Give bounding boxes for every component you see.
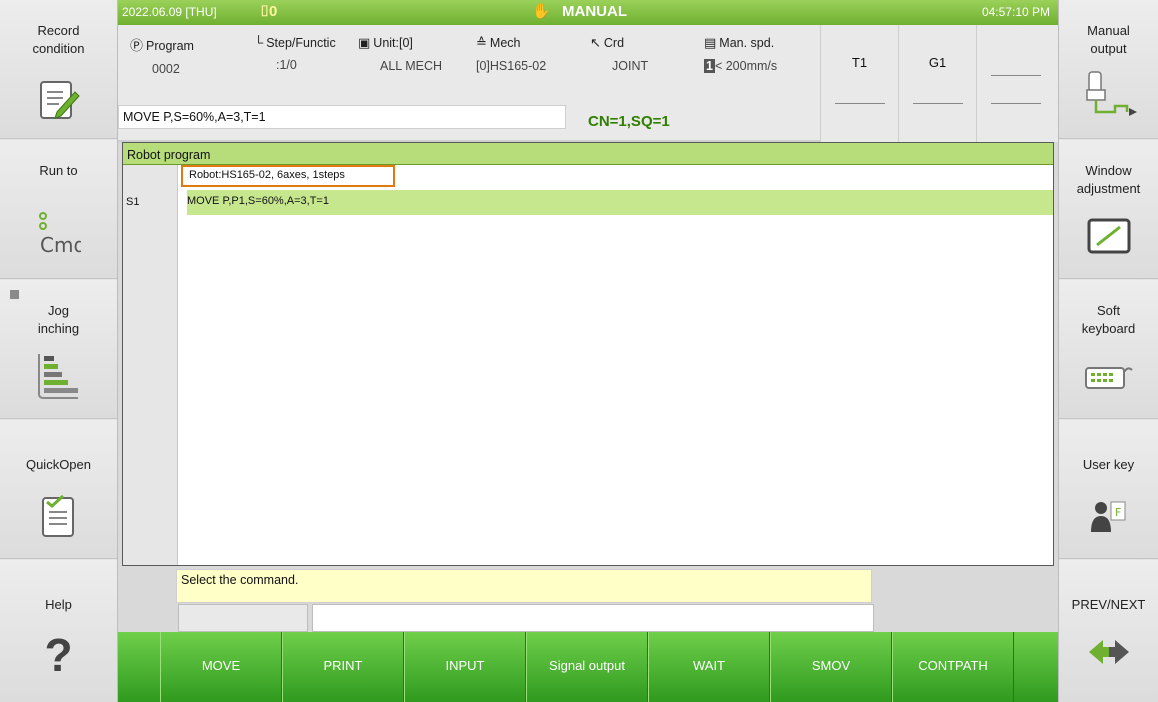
fkey-smov[interactable]: SMOV (770, 632, 892, 702)
cn-sq-text: CN=1,SQ=1 (588, 113, 670, 130)
window-adjustment-label: Window adjustment (1076, 163, 1141, 196)
unit-value: ALL MECH (380, 59, 443, 73)
question-mark-icon: ? (44, 629, 73, 681)
mech-label: Mech (489, 36, 521, 50)
message-text: Select the command. (176, 569, 872, 603)
step-gutter (123, 165, 178, 565)
unit-info[interactable]: ▣ Unit:[0] ALL MECH (358, 35, 442, 73)
program-step-row[interactable]: MOVE P,P1,S=60%,A=3,T=1 (187, 190, 1053, 215)
speed-icon: ▤ (704, 35, 717, 50)
user-key-icon: F (1089, 494, 1129, 539)
clock-text: 04:57:10 PM (981, 5, 1050, 19)
coordinate-icon: ↖ (590, 35, 601, 50)
svg-text:Cmd: Cmd (40, 233, 81, 257)
fkey-move[interactable]: MOVE (160, 632, 282, 702)
step-label: Step/Functic (266, 36, 336, 50)
speed-info[interactable]: ▤ Man. spd. 1 < 200mm/s (704, 35, 777, 73)
top-status-bar: 2022.06.09 [THU] ⌷0 ✋ MANUAL 04:57:10 PM (118, 0, 1058, 25)
speed-label: Man. spd. (719, 36, 775, 50)
status-info-panel: Ⓟ Program 0002 └ Step/Functic :1/0 ▣ Unit:[… (118, 25, 820, 142)
window-resize-icon (1087, 218, 1131, 259)
current-command-field: MOVE P,S=60%,A=3,T=1 (118, 105, 566, 129)
help-button[interactable]: Help ? (0, 560, 117, 702)
function-key-bar: MOVE PRINT INPUT Signal output WAIT SMOV… (118, 632, 1058, 702)
prev-next-label: PREV/NEXT (1071, 597, 1146, 612)
program-label: Program (146, 39, 194, 53)
hand-output-icon (1079, 70, 1139, 125)
fkey-contpath[interactable]: CONTPATH (892, 632, 1014, 702)
step-icon: └ (254, 35, 264, 50)
program-value: 0002 (152, 62, 180, 76)
help-label: Help (45, 597, 72, 612)
hand-icon: ✋ (532, 3, 551, 20)
mech-value: [0]HS165-02 (476, 59, 547, 73)
jog-indicator-square (10, 290, 19, 299)
prev-next-button[interactable]: PREV/NEXT (1059, 560, 1158, 702)
edit-document-icon (37, 78, 81, 127)
empty-column[interactable] (977, 25, 1055, 142)
g1-label: G1 (928, 55, 947, 70)
manual-output-label: Manual output (1087, 23, 1130, 56)
robot-info-line[interactable]: Robot:HS165-02, 6axes, 1steps (181, 165, 395, 187)
fkey-input[interactable]: INPUT (404, 632, 526, 702)
soft-keyboard-label: Soft keyboard (1081, 303, 1136, 336)
jog-inching-button[interactable]: Jog inching (0, 280, 117, 419)
left-sidebar: Record condition Run to Cmd Jog inching (0, 0, 118, 702)
unit-label: Unit:[0] (373, 36, 413, 50)
quickopen-button[interactable]: QuickOpen (0, 420, 117, 559)
program-panel-title: Robot program (123, 143, 1053, 165)
tool-number-value: 0 (269, 3, 278, 20)
empty-line-top (991, 75, 1041, 76)
t1-column[interactable]: T1 (821, 25, 899, 142)
g1-divider (912, 103, 963, 104)
speed-level-badge: 1 (704, 59, 715, 73)
user-key-button[interactable]: User key F (1059, 420, 1158, 559)
mech-icon: ≙ (476, 35, 487, 50)
program-info[interactable]: Ⓟ Program 0002 (130, 35, 194, 76)
right-sidebar: Manual output Window adjustment Soft key… (1058, 0, 1158, 702)
t1-label: T1 (851, 55, 868, 70)
input-field-left[interactable] (178, 604, 308, 632)
tool-number: ⌷0 (260, 3, 277, 20)
g1-column[interactable]: G1 (899, 25, 977, 142)
quickopen-label: QuickOpen (25, 457, 92, 472)
empty-divider (991, 103, 1041, 104)
run-to-label: Run to (39, 163, 78, 178)
soft-keyboard-button[interactable]: Soft keyboard (1059, 280, 1158, 419)
user-key-label: User key (1082, 457, 1135, 472)
record-condition-button[interactable]: Record condition (0, 0, 117, 139)
input-field-main[interactable] (312, 604, 874, 632)
datetime-text: 2022.06.09 [THU] (122, 5, 217, 19)
tool-icon: ⌷ (260, 3, 270, 20)
fkey-print[interactable]: PRINT (282, 632, 404, 702)
manual-output-button[interactable]: Manual output (1059, 0, 1158, 139)
prev-next-arrows-icon (1087, 638, 1131, 671)
record-condition-label: Record condition (32, 23, 85, 56)
crd-label: Crd (603, 36, 625, 50)
mech-info[interactable]: ≙ Mech [0]HS165-02 (476, 35, 546, 73)
robot-program-panel: Robot program S1 Robot:HS165-02, 6axes, … (122, 142, 1054, 566)
fkey-signal-output[interactable]: Signal output (526, 632, 648, 702)
step-info[interactable]: └ Step/Functic :1/0 (254, 35, 336, 72)
crd-value: JOINT (612, 59, 649, 73)
checked-document-icon (39, 494, 79, 543)
cmd-icon: Cmd (37, 210, 86, 265)
keyboard-icon (1084, 364, 1134, 395)
speed-value: < 200mm/s (714, 59, 778, 73)
fkey-wait[interactable]: WAIT (648, 632, 770, 702)
message-area: Select the command. (118, 566, 1058, 632)
jog-bars-icon (36, 352, 82, 405)
t1-divider (834, 103, 885, 104)
crd-info[interactable]: ↖ Crd JOINT (590, 35, 648, 73)
jog-inching-label: Jog inching (37, 303, 80, 336)
unit-icon: ▣ (358, 35, 371, 50)
step-value: :1/0 (276, 58, 297, 72)
window-adjustment-button[interactable]: Window adjustment (1059, 140, 1158, 279)
tool-group-panel: T1 G1 (820, 25, 1058, 142)
svg-text:F: F (1115, 506, 1121, 519)
step-number-label: S1 (126, 196, 140, 208)
program-icon: Ⓟ (130, 38, 144, 53)
mode-text: MANUAL (562, 3, 627, 20)
run-to-button[interactable]: Run to Cmd (0, 140, 117, 279)
